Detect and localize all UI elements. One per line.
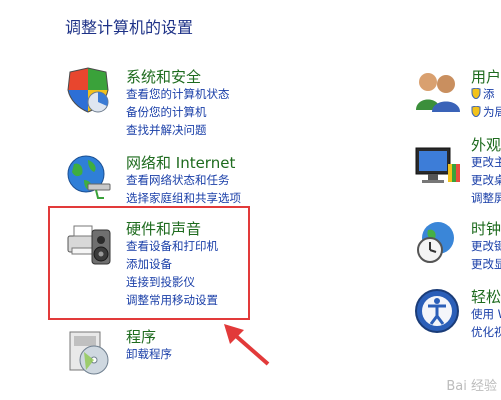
link-backup-computer[interactable]: 备份您的计算机	[126, 103, 230, 121]
page-title: 调整计算机的设置	[65, 18, 194, 37]
link-network-status[interactable]: 查看网络状态和任务	[126, 171, 241, 189]
category-network-internet[interactable]: 网络和 Internet	[126, 152, 235, 173]
link-troubleshoot[interactable]: 查找并解决问题	[126, 121, 230, 139]
baidu-watermark: Bai 经验	[446, 379, 497, 394]
link-change-keyboard[interactable]: 更改键	[471, 237, 501, 255]
link-view-computer-status[interactable]: 查看您的计算机状态	[126, 85, 230, 103]
category-user-accounts[interactable]: 用户	[471, 66, 501, 87]
users-links: 添 为局	[471, 85, 501, 121]
uac-shield-icon	[471, 106, 481, 117]
category-appearance[interactable]: 外观	[471, 134, 501, 155]
shield-icon[interactable]	[62, 66, 112, 116]
uac-shield-icon	[471, 88, 481, 99]
highlight-box	[48, 206, 250, 320]
link-homegroup-sharing[interactable]: 选择家庭组和共享选项	[126, 189, 241, 207]
link-family-safety[interactable]: 为局	[471, 103, 501, 121]
arrow-annotation-icon	[224, 324, 270, 366]
globe-network-icon[interactable]	[64, 152, 114, 202]
category-clock-region[interactable]: 时钟	[471, 218, 501, 239]
clock-links: 更改键 更改显	[471, 237, 501, 273]
link-add-user[interactable]: 添	[471, 85, 501, 103]
ease-of-access-icon[interactable]	[412, 286, 462, 336]
category-programs[interactable]: 程序	[126, 326, 156, 347]
programs-links: 卸载程序	[126, 345, 172, 363]
users-icon[interactable]	[412, 66, 462, 116]
link-change-display-language[interactable]: 更改显	[471, 255, 501, 273]
appearance-links: 更改主 更改桌 调整屏	[471, 153, 501, 207]
link-family-safety-label: 为局	[483, 105, 501, 119]
system-links: 查看您的计算机状态 备份您的计算机 查找并解决问题	[126, 85, 230, 139]
ease-links: 使用 W 优化视	[471, 305, 501, 341]
category-ease-of-access[interactable]: 轻松	[471, 286, 501, 307]
link-uninstall-program[interactable]: 卸载程序	[126, 345, 172, 363]
programs-disc-icon[interactable]	[64, 326, 114, 376]
link-optimize-visual[interactable]: 优化视	[471, 323, 501, 341]
network-links: 查看网络状态和任务 选择家庭组和共享选项	[126, 171, 241, 207]
link-change-desktop[interactable]: 更改桌	[471, 171, 501, 189]
link-use-windows-suggestions[interactable]: 使用 W	[471, 305, 501, 323]
category-system-security[interactable]: 系统和安全	[126, 66, 201, 87]
link-add-user-label: 添	[483, 87, 495, 101]
appearance-monitor-icon[interactable]	[412, 140, 462, 190]
link-change-theme[interactable]: 更改主	[471, 153, 501, 171]
clock-globe-icon[interactable]	[412, 216, 462, 266]
link-adjust-resolution[interactable]: 调整屏	[471, 189, 501, 207]
